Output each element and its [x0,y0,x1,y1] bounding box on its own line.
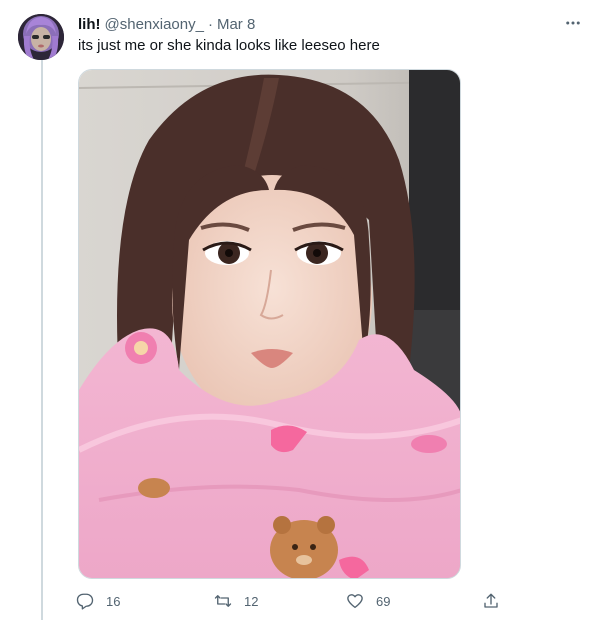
like-button[interactable]: 69 [346,588,390,614]
retweet-button[interactable]: 12 [214,588,258,614]
share-icon [482,592,500,610]
reply-count: 16 [106,593,121,609]
retweet-icon [214,592,232,610]
photo-illustration [79,70,460,578]
avatar[interactable] [18,14,64,60]
avatar-image [18,14,64,60]
more-button[interactable] [562,12,584,34]
tweet-header: lih! @shenxiaony_ · Mar 8 [78,14,255,34]
tweet-text: its just me or she kinda looks like lees… [78,37,380,54]
tweet-actions: 16 12 69 [68,588,508,614]
more-icon [566,21,580,25]
user-handle[interactable]: @shenxiaony_ [105,16,204,33]
like-count: 69 [376,593,391,609]
share-button[interactable] [482,588,500,614]
thread-line [41,60,43,620]
reply-button[interactable]: 16 [76,588,120,614]
retweet-count: 12 [244,593,259,609]
tweet-date[interactable]: Mar 8 [217,16,255,33]
tweet-photo[interactable] [78,69,461,579]
display-name[interactable]: lih! [78,16,101,33]
reply-icon [76,592,94,610]
heart-icon [346,592,364,610]
separator-dot: · [207,15,213,33]
